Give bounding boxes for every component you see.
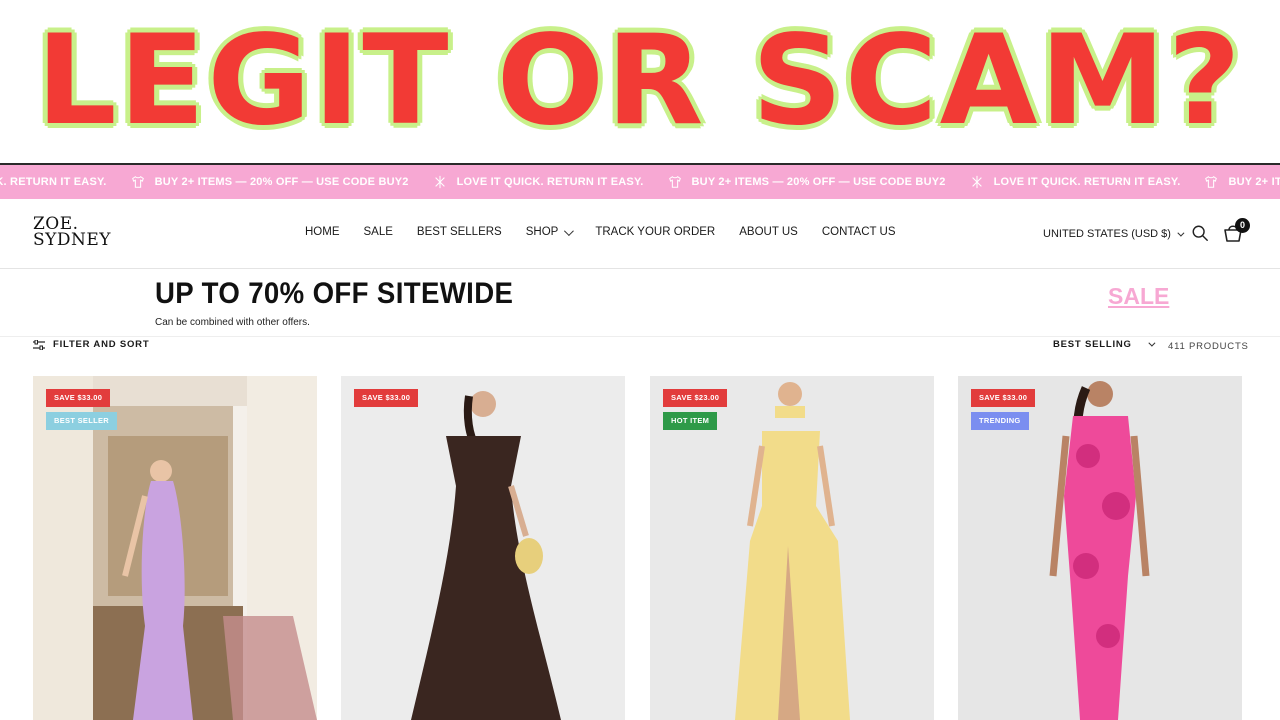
sort-select[interactable]: BEST SELLING [1053,339,1156,350]
sort-value: BEST SELLING [1053,339,1132,350]
site-header: ZOE. SYDNEY HOME SALE BEST SELLERS SHOP … [0,199,1280,269]
announcement-item: LOVE IT QUICK. RETURN IT EASY. [433,175,644,189]
announcement-item: BUY 2+ ITEMS — 20% OFF — USE CODE BUY2 [668,175,946,189]
announcement-text: LOVE IT QUICK. RETURN IT EASY. [456,176,644,188]
promo-sale-link[interactable]: SALE [1108,283,1169,310]
nav-contact-us[interactable]: CONTACT US [822,226,896,238]
search-icon[interactable] [1191,224,1209,242]
chevron-down-icon [1148,339,1156,347]
filter-label: FILTER AND SORT [53,339,150,350]
currency-selector[interactable]: UNITED STATES (USD $) [1043,228,1185,240]
tag-badge: HOT ITEM [663,412,718,430]
product-count: 411 PRODUCTS [1168,341,1249,352]
product-card[interactable]: SAVE $33.00 TRENDING [958,376,1242,720]
save-badge: SAVE $23.00 [663,389,728,407]
chevron-down-icon [1177,229,1185,237]
product-image[interactable] [341,376,625,720]
nav-track-order[interactable]: TRACK YOUR ORDER [595,226,715,238]
currency-label: UNITED STATES (USD $) [1043,228,1171,240]
save-badge: SAVE $33.00 [354,389,419,407]
chevron-down-icon [564,225,575,236]
logo-line-2: SYDNEY [33,230,112,250]
save-badge: SAVE $33.00 [46,389,111,407]
announcement-text: BUY 2+ ITEMS — 20% OFF — USE CODE [1228,176,1280,188]
nav-shop-label: SHOP [525,226,559,238]
product-card[interactable]: SAVE $33.00 [341,376,625,720]
announcement-item: BUY 2+ ITEMS — 20% OFF — USE CODE [1204,175,1280,189]
nav-home[interactable]: HOME [305,226,340,238]
nav-sale[interactable]: SALE [364,226,393,238]
sliders-icon [33,339,45,350]
nav-about-us[interactable]: ABOUT US [739,226,798,238]
announcement-text: BUY 2+ ITEMS — 20% OFF — USE CODE BUY2 [691,176,946,188]
tag-badge: TRENDING [971,412,1029,430]
announcement-bar: ICK. RETURN IT EASY. BUY 2+ ITEMS — 20% … [0,163,1280,199]
nav-shop[interactable]: SHOP [525,225,575,238]
shirt-icon [1205,176,1218,188]
cart-count-badge: 0 [1235,218,1250,233]
filter-and-sort-button[interactable]: FILTER AND SORT [33,339,149,350]
announcement-text: LOVE IT QUICK. RETURN IT EASY. [993,176,1181,188]
announcement-track: ICK. RETURN IT EASY. BUY 2+ ITEMS — 20% … [0,175,1280,189]
product-card[interactable]: SAVE $23.00 HOT ITEM [650,376,934,720]
shirt-icon [131,176,144,188]
headline-text: LEGIT OR SCAM? [35,9,1244,153]
headline-banner: LEGIT OR SCAM? [0,0,1280,162]
announcement-item: ICK. RETURN IT EASY. [0,176,107,188]
announcement-item: BUY 2+ ITEMS — 20% OFF — USE CODE BUY2 [131,175,409,189]
nav-best-sellers[interactable]: BEST SELLERS [417,226,502,238]
site-logo[interactable]: ZOE. SYDNEY [33,216,112,250]
announcement-text: ICK. RETURN IT EASY. [0,176,107,188]
announcement-text: BUY 2+ ITEMS — 20% OFF — USE CODE BUY2 [154,176,409,188]
promo-banner: UP TO 70% OFF SITEWIDE Can be combined w… [0,269,1280,337]
main-nav: HOME SALE BEST SELLERS SHOP TRACK YOUR O… [305,225,920,238]
tag-badge: BEST SELLER [46,412,117,430]
promo-subtitle: Can be combined with other offers. [155,317,310,328]
product-card[interactable]: SAVE $33.00 BEST SELLER [33,376,317,720]
shirt-icon [668,176,681,188]
return-icon [434,175,445,189]
filter-row: FILTER AND SORT BEST SELLING 411 PRODUCT… [0,337,1280,365]
save-badge: SAVE $33.00 [971,389,1036,407]
promo-title: UP TO 70% OFF SITEWIDE [155,277,514,310]
announcement-item: LOVE IT QUICK. RETURN IT EASY. [970,175,1181,189]
return-icon [971,175,982,189]
